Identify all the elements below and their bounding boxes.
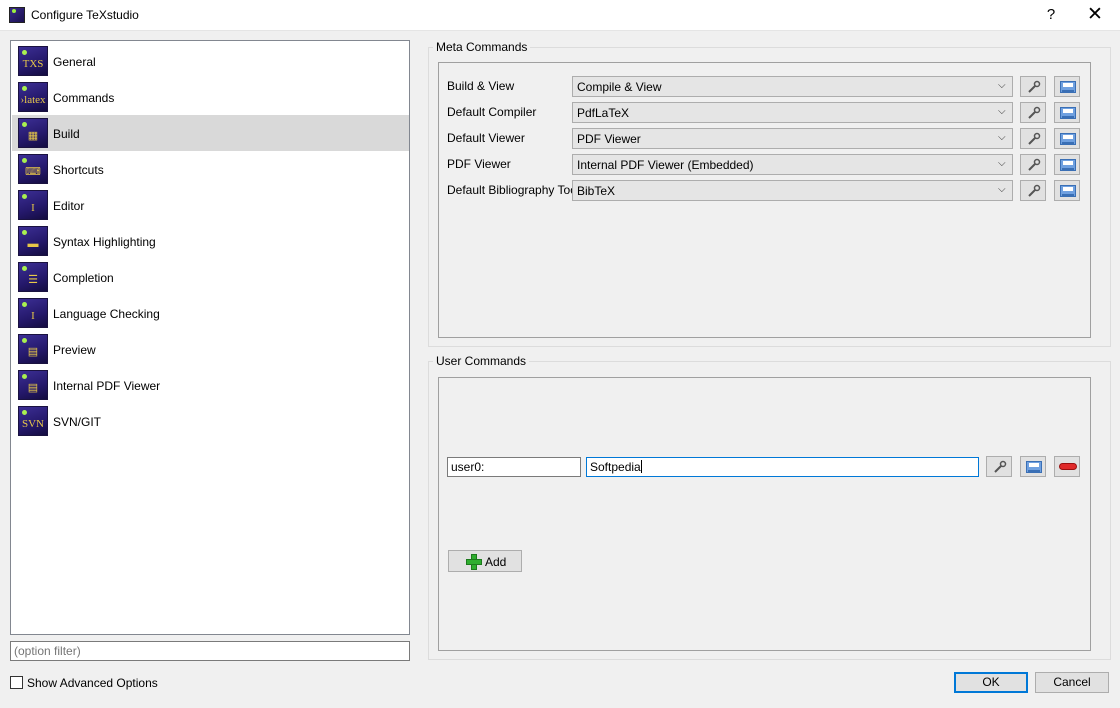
save-icon (1060, 185, 1076, 197)
text-cursor-icon: I (18, 190, 48, 220)
default-compiler-combo[interactable]: PdfLaTeX ⌵ (572, 102, 1013, 123)
save-icon (1060, 81, 1076, 93)
user-command-name-field[interactable]: user0: (447, 457, 581, 477)
nav-item-label: Preview (53, 343, 96, 357)
wrench-icon (1028, 80, 1041, 93)
title-bar: Configure TeXstudio ? ✕ (0, 0, 1120, 31)
build-view-save-button[interactable] (1054, 76, 1080, 97)
nav-item-preview[interactable]: ▤ Preview (12, 331, 409, 367)
nav-item-label: Completion (53, 271, 114, 285)
nav-item-label: Shortcuts (53, 163, 104, 177)
save-icon (1026, 461, 1042, 473)
build-view-combo[interactable]: Compile & View ⌵ (572, 76, 1013, 97)
chevron-down-icon: ⌵ (998, 158, 1006, 169)
pdf-viewer-icon: ▤ (18, 370, 48, 400)
wrench-icon (1028, 184, 1041, 197)
default-viewer-save-button[interactable] (1054, 128, 1080, 149)
build-view-configure-button[interactable] (1020, 76, 1046, 97)
meta-label-default-viewer: Default Viewer (447, 131, 525, 145)
wrench-icon (994, 460, 1007, 473)
option-filter-input[interactable] (10, 641, 410, 661)
spellcheck-icon: I (18, 298, 48, 328)
nav-item-label: Editor (53, 199, 85, 213)
completion-list-icon: ☰ (18, 262, 48, 292)
default-bibliography-configure-button[interactable] (1020, 180, 1046, 201)
user-commands-frame (438, 377, 1091, 651)
nav-item-general[interactable]: TXS General (12, 43, 409, 79)
wrench-icon (1028, 158, 1041, 171)
meta-label-pdf-viewer: PDF Viewer (447, 157, 511, 171)
texstudio-app-icon (9, 7, 25, 23)
nav-item-svn-git[interactable]: SVN SVN/GIT (12, 403, 409, 439)
build-icon: ▦ (18, 118, 48, 148)
default-compiler-save-button[interactable] (1054, 102, 1080, 123)
svn-icon: SVN (18, 406, 48, 436)
chevron-down-icon: ⌵ (998, 132, 1006, 143)
nav-item-label: Syntax Highlighting (53, 235, 156, 249)
default-viewer-configure-button[interactable] (1020, 128, 1046, 149)
category-list[interactable]: TXS General ›latex Commands ▦ Build ⌨ Sh… (10, 40, 410, 635)
pdf-viewer-combo[interactable]: Internal PDF Viewer (Embedded) ⌵ (572, 154, 1013, 175)
nav-item-label: Internal PDF Viewer (53, 379, 161, 393)
nav-item-label: Language Checking (53, 307, 160, 321)
meta-label-default-bibliography-tool: Default Bibliography Tool (447, 183, 580, 197)
remove-icon (1059, 463, 1077, 470)
default-bibliography-combo[interactable]: BibTeX ⌵ (572, 180, 1013, 201)
default-viewer-combo[interactable]: PDF Viewer ⌵ (572, 128, 1013, 149)
pdf-viewer-save-button[interactable] (1054, 154, 1080, 175)
ok-button[interactable]: OK (954, 672, 1028, 693)
meta-commands-title: Meta Commands (433, 40, 531, 54)
nav-item-label: Commands (53, 91, 115, 105)
commands-icon: ›latex (18, 82, 48, 112)
nav-item-label: General (53, 55, 96, 69)
general-icon: TXS (18, 46, 48, 76)
save-icon (1060, 107, 1076, 119)
help-button[interactable]: ? (1043, 6, 1059, 23)
highlight-icon: ▬ (18, 226, 48, 256)
nav-item-label: SVN/GIT (53, 415, 102, 429)
save-icon (1060, 159, 1076, 171)
nav-item-syntax-highlighting[interactable]: ▬ Syntax Highlighting (12, 223, 409, 259)
user-command-value-field[interactable]: Softpedia (586, 457, 979, 477)
meta-label-build-view: Build & View (447, 79, 515, 93)
chevron-down-icon: ⌵ (998, 106, 1006, 117)
chevron-down-icon: ⌵ (998, 80, 1006, 91)
pdf-viewer-configure-button[interactable] (1020, 154, 1046, 175)
wrench-icon (1028, 106, 1041, 119)
chevron-down-icon: ⌵ (998, 184, 1006, 195)
preview-icon: ▤ (18, 334, 48, 364)
nav-item-internal-pdf-viewer[interactable]: ▤ Internal PDF Viewer (12, 367, 409, 403)
user-commands-title: User Commands (433, 354, 530, 368)
plus-icon (466, 554, 482, 570)
nav-item-editor[interactable]: I Editor (12, 187, 409, 223)
wrench-icon (1028, 132, 1041, 145)
user-command-save-button[interactable] (1020, 456, 1046, 477)
nav-item-shortcuts[interactable]: ⌨ Shortcuts (12, 151, 409, 187)
default-compiler-configure-button[interactable] (1020, 102, 1046, 123)
text-cursor (640, 460, 642, 473)
close-button[interactable]: ✕ (1084, 3, 1106, 26)
meta-label-default-compiler: Default Compiler (447, 105, 537, 119)
keyboard-icon: ⌨ (18, 154, 48, 184)
user-command-remove-button[interactable] (1054, 456, 1080, 477)
nav-item-commands[interactable]: ›latex Commands (12, 79, 409, 115)
nav-item-language-checking[interactable]: I Language Checking (12, 295, 409, 331)
show-advanced-checkbox[interactable] (10, 676, 23, 689)
default-bibliography-save-button[interactable] (1054, 180, 1080, 201)
cancel-button[interactable]: Cancel (1035, 672, 1109, 693)
nav-item-build[interactable]: ▦ Build (12, 115, 409, 151)
nav-item-completion[interactable]: ☰ Completion (12, 259, 409, 295)
show-advanced-label: Show Advanced Options (27, 676, 158, 690)
nav-item-label: Build (53, 127, 80, 141)
window-title: Configure TeXstudio (31, 8, 139, 22)
add-user-command-button[interactable]: Add (448, 550, 522, 572)
save-icon (1060, 133, 1076, 145)
user-command-configure-button[interactable] (986, 456, 1012, 477)
